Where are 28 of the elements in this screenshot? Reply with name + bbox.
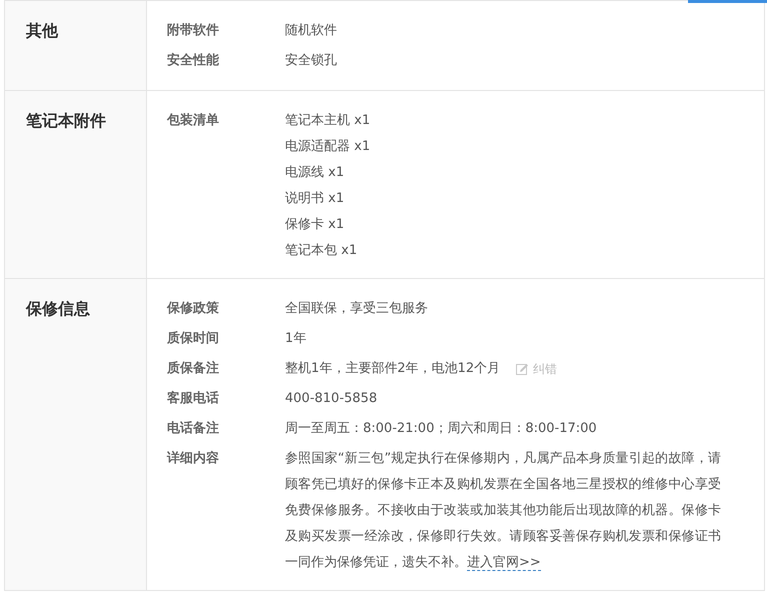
- official-site-link[interactable]: 进入官网>>: [467, 555, 541, 571]
- package-item: 电源线 x1: [285, 164, 346, 182]
- spec-value: 随机软件: [285, 22, 337, 40]
- category-title: 其他: [26, 20, 60, 42]
- package-item: 保修卡 x1: [285, 216, 346, 234]
- spec-value: 全国联保，享受三包服务: [285, 300, 428, 318]
- spec-label: 客服电话: [166, 390, 220, 408]
- package-item: 电源适配器 x1: [285, 138, 370, 156]
- spec-value: 400-810-5858: [285, 390, 378, 408]
- spec-label: 附带软件: [166, 22, 220, 40]
- package-item: 说明书 x1: [285, 190, 346, 208]
- spec-label: 电话备注: [166, 420, 220, 438]
- spec-label: 保修政策: [166, 300, 220, 318]
- category-title: 笔记本附件: [26, 110, 107, 132]
- spec-label: 详细内容: [166, 450, 220, 468]
- spec-value: 1年: [285, 330, 306, 348]
- spec-label: 质保时间: [166, 330, 220, 348]
- spec-label: 安全性能: [166, 52, 220, 70]
- spec-value: 整机1年，主要部件2年，电池12个月: [285, 360, 500, 378]
- edit-icon: [516, 362, 530, 376]
- category-title: 保修信息: [26, 298, 91, 320]
- spec-value: 周一至周五：8:00-21:00；周六和周日：8:00-17:00: [285, 420, 597, 438]
- package-item: 笔记本主机 x1: [285, 112, 370, 130]
- warranty-details: 参照国家“新三包”规定执行在保修期内，凡属产品本身质量引起的故障，请顾客凭已填好的保修卡正本及购机发票在全国各地三星授权的维修中心享受免费保修服务。不接收由于改装或加装其他功能后出现故障的机器。保修卡及购买发票一经涂改，保修即行失效。请顾客妥善保存购机发票和保修证书一同作为保修凭证，遗失不补。进入官网>>: [285, 450, 721, 573]
- spec-label: 质保备注: [166, 360, 220, 378]
- spec-label: 包装清单: [166, 112, 220, 130]
- package-item: 笔记本包 x1: [285, 242, 358, 260]
- spec-value: 安全锁孔: [285, 52, 337, 70]
